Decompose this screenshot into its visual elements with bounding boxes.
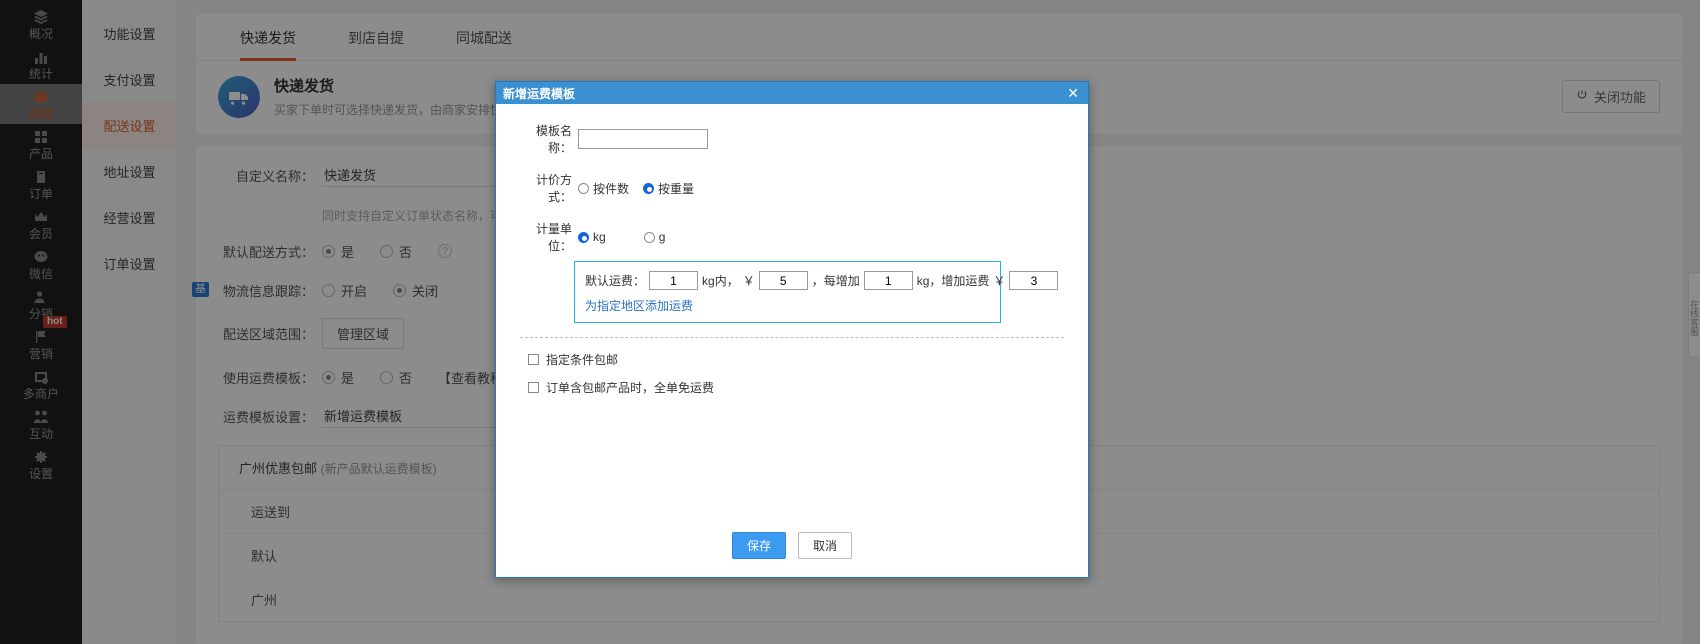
default-fee-box: 默认运费： kg内， ￥ ，每增加 kg，增加运费 ￥ 为指定地区添加运费 [574,261,1059,323]
fee-mid-label: ，每增加 [811,274,860,288]
radio-pricing-by-weight[interactable]: 按重量 [643,180,694,197]
add-shipping-template-dialog: 新增运费模板 ✕ 模板名称： 计价方式： 按件数 按重量 计量单位： kg g … [495,81,1089,578]
radio-label: kg [593,230,606,244]
fee-step-unit-label: kg，增加运费 [916,274,990,288]
step-weight-input[interactable] [863,271,913,290]
checkbox-conditional-free-shipping[interactable]: 指定条件包邮 [528,351,1068,368]
fee-unit-label: kg内， [702,274,739,288]
close-icon[interactable]: ✕ [1065,86,1081,100]
radio-unit-kg[interactable]: kg [578,230,606,244]
checkbox-label: 订单含包邮产品时，全单免运费 [546,381,715,395]
checkbox-label: 指定条件包邮 [546,353,619,367]
radio-label: 按重量 [658,181,695,196]
dialog-body: 模板名称： 计价方式： 按件数 按重量 计量单位： kg g 默认运费： kg内… [496,104,1088,532]
dialog-title-bar: 新增运费模板 ✕ [496,82,1088,104]
add-region-fee-link[interactable]: 为指定地区添加运费 [585,297,693,314]
radio-pricing-by-count[interactable]: 按件数 [578,180,629,197]
field-label: 模板名称： [535,124,572,155]
save-button[interactable]: 保存 [731,532,786,559]
radio-dot-icon [643,182,655,194]
radio-label: g [658,230,666,244]
section-divider [520,337,1064,338]
fee-prefix-label: 默认运费： [585,274,646,288]
radio-dot-icon [578,231,589,243]
currency-symbol-2: ￥ [993,274,1006,288]
first-price-input[interactable] [758,271,808,290]
first-weight-input[interactable] [649,271,699,290]
step-price-input[interactable] [1009,271,1059,290]
dialog-title: 新增运费模板 [503,86,576,101]
field-label: 计价方式： [535,173,572,204]
cancel-button[interactable]: 取消 [798,532,853,559]
checkbox-icon [528,382,539,393]
checkbox-order-free-shipping[interactable]: 订单含包邮产品时，全单免运费 [528,379,1068,396]
dialog-footer: 保存 取消 [496,532,1088,577]
field-pricing-method: 计价方式： 按件数 按重量 [516,171,1068,205]
field-weight-unit: 计量单位： kg g [516,220,1068,254]
radio-dot-icon [643,231,655,243]
radio-unit-g[interactable]: g [643,230,666,244]
default-fee-line: 默认运费： kg内， ￥ ，每增加 kg，增加运费 ￥ [585,271,1059,290]
template-name-input[interactable] [578,129,708,149]
radio-dot-icon [578,182,589,194]
currency-symbol: ￥ [742,274,755,288]
checkbox-icon [528,354,539,365]
radio-label: 按件数 [593,181,630,196]
field-label: 计量单位： [535,222,572,253]
field-template-name: 模板名称： [516,122,1068,156]
